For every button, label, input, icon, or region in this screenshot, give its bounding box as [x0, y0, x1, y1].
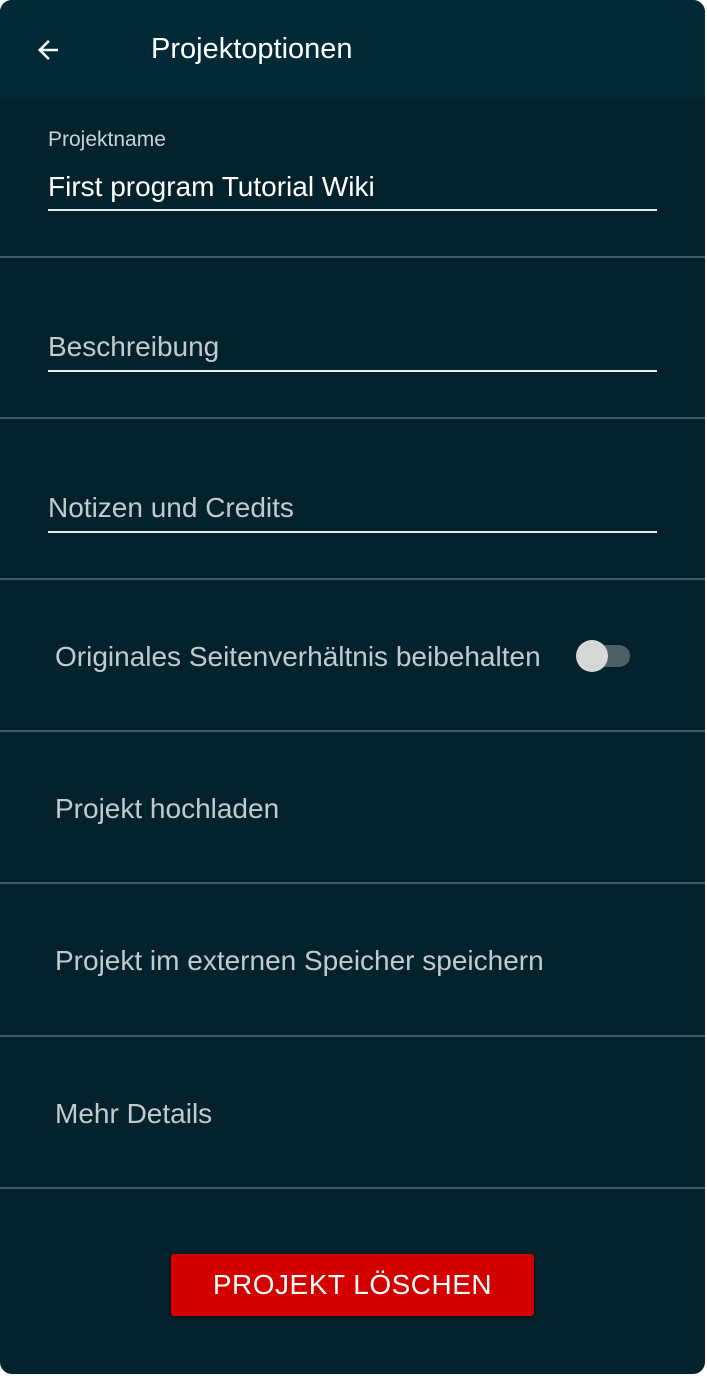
description-underline — [48, 370, 657, 372]
divider — [0, 256, 705, 258]
divider — [0, 417, 705, 419]
notes-credits-underline — [48, 531, 657, 533]
description-field[interactable]: Beschreibung — [48, 330, 657, 374]
aspect-ratio-label: Originales Seitenverhältnis beibehalten — [55, 641, 541, 672]
app-bar: Projektoptionen — [0, 0, 705, 97]
project-name-input[interactable]: First program Tutorial Wiki — [48, 170, 375, 204]
divider — [0, 730, 705, 732]
description-input[interactable]: Beschreibung — [48, 330, 219, 364]
back-button[interactable] — [22, 24, 74, 76]
divider — [0, 1035, 705, 1037]
divider — [0, 882, 705, 884]
project-options-screen: Projektoptionen Projektname First progra… — [0, 0, 705, 1374]
aspect-ratio-switch[interactable] — [576, 639, 632, 673]
divider — [0, 578, 705, 580]
switch-thumb — [576, 640, 608, 672]
arrow-left-icon — [38, 40, 58, 60]
project-name-underline — [48, 209, 657, 211]
notes-credits-field[interactable]: Notizen und Credits — [48, 491, 657, 535]
notes-credits-input[interactable]: Notizen und Credits — [48, 491, 294, 525]
save-external-storage-item[interactable]: Projekt im externen Speicher speichern — [55, 944, 544, 978]
divider — [0, 1187, 705, 1189]
project-name-label: Projektname — [48, 128, 166, 151]
upload-project-item[interactable]: Projekt hochladen — [55, 792, 279, 826]
page-title: Projektoptionen — [151, 33, 353, 65]
more-details-item[interactable]: Mehr Details — [55, 1097, 212, 1131]
delete-project-button[interactable]: PROJEKT LÖSCHEN — [171, 1254, 534, 1316]
project-name-field[interactable]: Projektname First program Tutorial Wiki — [48, 128, 657, 212]
